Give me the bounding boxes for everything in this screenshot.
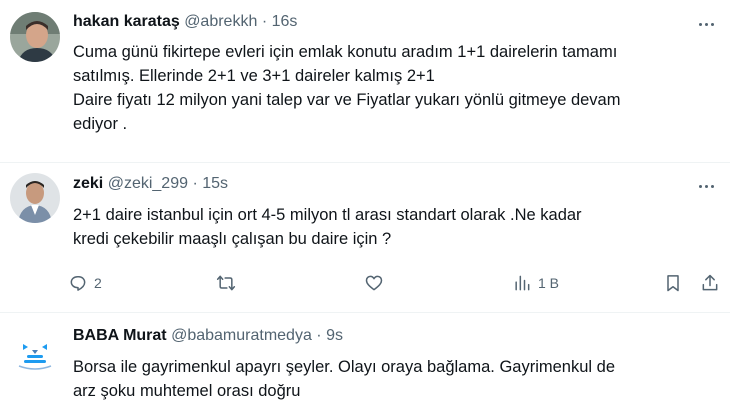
views-count: 1 B: [538, 275, 560, 291]
handle[interactable]: @babamuratmedya: [171, 327, 312, 344]
share-icon: [702, 274, 718, 291]
views-button[interactable]: 1 B: [512, 268, 559, 298]
separator: ·: [261, 13, 268, 30]
timestamp[interactable]: 9s: [326, 327, 343, 344]
more-dots-icon[interactable]: [694, 14, 718, 34]
avatar[interactable]: [10, 328, 60, 378]
tweet-line: Borsa ile gayrimenkul apayrı şeyler. Ola…: [73, 358, 615, 376]
bookmark-icon: [667, 275, 679, 292]
analytics-icon: [515, 275, 530, 291]
avatar[interactable]: [10, 173, 60, 223]
tweet-text: Borsa ile gayrimenkul apayrı şeyler. Ola…: [73, 355, 713, 403]
display-name[interactable]: zeki: [73, 175, 103, 192]
share-button[interactable]: [700, 268, 720, 298]
tweet-zeki[interactable]: zeki @zeki_299 · 15s 2+1 daire istanbul …: [0, 165, 730, 313]
tweet-line: Daire fiyatı 12 milyon yani talep var ve…: [73, 91, 621, 109]
avatar[interactable]: [10, 12, 60, 62]
tweet-header: BABA Murat @babamuratmedya · 9s: [73, 327, 343, 345]
tweet-line: 2+1 daire istanbul için ort 4-5 milyon t…: [73, 206, 582, 224]
reply-count: 2: [94, 275, 102, 291]
handle[interactable]: @zeki_299: [108, 175, 188, 192]
heart-icon: [365, 275, 383, 291]
tweet-hakan[interactable]: hakan karataş @abrekkh · 16s Cuma günü f…: [0, 0, 730, 160]
retweet-icon: [216, 275, 236, 291]
timestamp[interactable]: 16s: [272, 13, 298, 30]
tweet-text: Cuma günü fikirtepe evleri için emlak ko…: [73, 40, 713, 136]
display-name[interactable]: BABA Murat: [73, 327, 167, 344]
timestamp[interactable]: 15s: [202, 175, 228, 192]
reply-button[interactable]: 2: [68, 268, 102, 298]
avatar-photo: [10, 12, 60, 62]
tweet-line: arz şoku muhtemel orası doğru: [73, 382, 301, 400]
separator: ·: [192, 175, 198, 192]
avatar-photo: [10, 173, 60, 223]
divider: [0, 162, 730, 163]
retweet-button[interactable]: [216, 268, 236, 298]
tweet-header: zeki @zeki_299 · 15s: [73, 175, 228, 193]
bookmark-button[interactable]: [663, 268, 683, 298]
display-name[interactable]: hakan karataş: [73, 13, 180, 30]
action-bar: 2 1 B: [68, 268, 724, 298]
tweet-header: hakan karataş @abrekkh · 16s: [73, 13, 297, 31]
like-button[interactable]: [364, 268, 384, 298]
tweet-baba-murat[interactable]: BABA Murat @babamuratmedya · 9s Borsa il…: [0, 315, 730, 420]
tweet-line: kredi çekebilir maaşlı çalışan bu daire …: [73, 230, 392, 248]
tweet-text: 2+1 daire istanbul için ort 4-5 milyon t…: [73, 203, 713, 251]
reply-icon: [70, 276, 86, 291]
handle[interactable]: @abrekkh: [184, 13, 257, 30]
brand-logo-icon: [10, 328, 60, 378]
tweet-line: satılmış. Ellerinde 2+1 ve 3+1 daireler …: [73, 67, 435, 85]
divider: [0, 312, 730, 313]
separator: ·: [316, 327, 322, 344]
tweet-line: Cuma günü fikirtepe evleri için emlak ko…: [73, 43, 618, 61]
tweet-line: ediyor .: [73, 115, 128, 133]
more-dots-icon[interactable]: [694, 176, 718, 196]
